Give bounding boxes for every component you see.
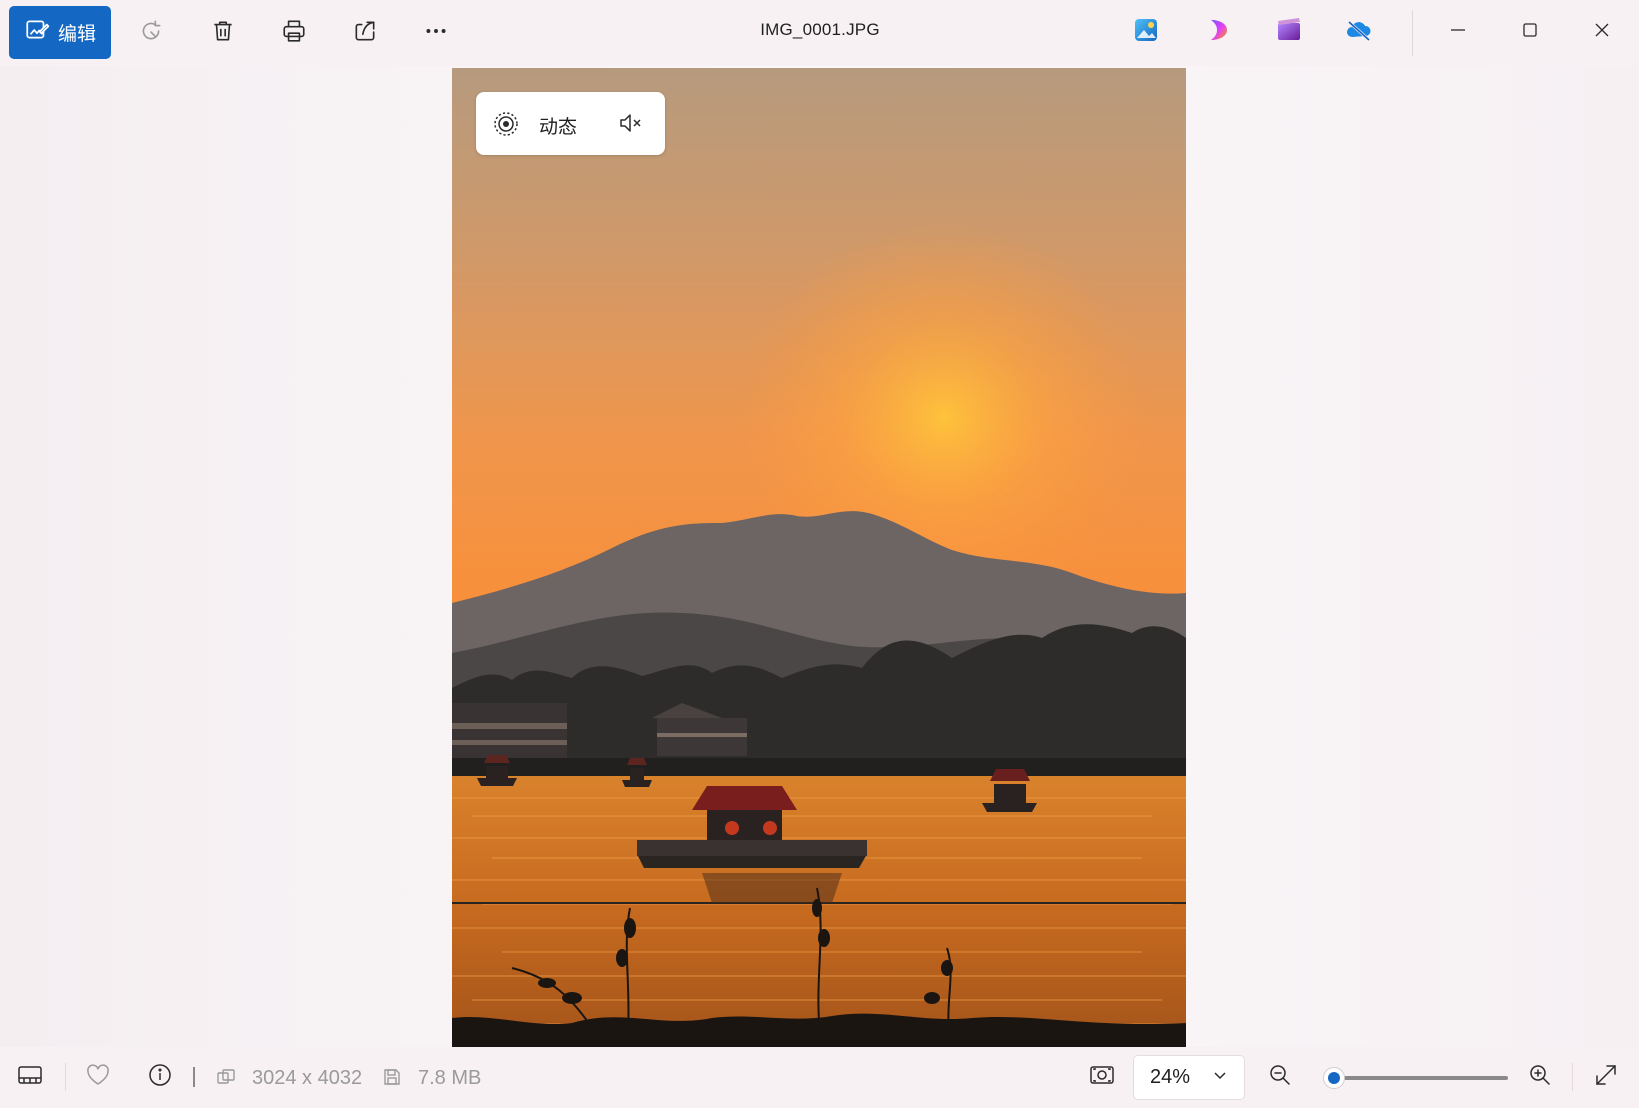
rotate-button[interactable]	[131, 13, 171, 53]
video-editor-app-icon	[1275, 16, 1303, 49]
fit-screen-icon	[1089, 1062, 1115, 1093]
fullscreen-button[interactable]	[1590, 1061, 1622, 1093]
toolbar-divider	[1412, 10, 1413, 56]
delete-icon	[210, 18, 236, 49]
clipchamp-app-icon	[1205, 16, 1233, 49]
photo-editor-app-button[interactable]	[1130, 16, 1162, 48]
live-photo-control: 动态	[476, 92, 665, 155]
more-icon	[423, 18, 449, 49]
info-separator	[193, 1067, 195, 1087]
print-icon	[281, 18, 307, 49]
minimize-button[interactable]	[1438, 14, 1478, 50]
zoom-slider-thumb[interactable]	[1322, 1067, 1345, 1089]
volume-mute-icon	[618, 114, 644, 140]
file-size: 7.8 MB	[418, 1067, 482, 1089]
status-divider	[65, 1063, 66, 1091]
zoom-in-button[interactable]	[1524, 1061, 1556, 1093]
info-icon	[147, 1062, 173, 1093]
edit-photo-icon	[24, 17, 50, 49]
print-button[interactable]	[274, 13, 314, 53]
share-icon	[352, 18, 378, 49]
zoom-out-button[interactable]	[1264, 1061, 1296, 1093]
chevron-down-icon	[1212, 1066, 1228, 1089]
close-icon	[1593, 21, 1611, 44]
filmstrip-icon	[17, 1062, 43, 1093]
file-name-title: IMG_0001.JPG	[760, 20, 880, 39]
mute-toggle-button[interactable]	[618, 110, 646, 138]
photo-editor-app-icon	[1132, 16, 1160, 49]
file-size-icon	[382, 1067, 402, 1087]
photo-view[interactable]	[452, 68, 1186, 1047]
maximize-icon	[1521, 21, 1539, 44]
live-photo-icon	[492, 112, 520, 142]
clipchamp-app-button[interactable]	[1203, 16, 1235, 48]
title-bar: 编辑 IMG_0001.JPG	[0, 0, 1639, 66]
maximize-button[interactable]	[1510, 14, 1550, 50]
favorite-button[interactable]	[82, 1061, 114, 1093]
zoom-slider-track[interactable]	[1330, 1076, 1508, 1080]
live-photo-toggle[interactable]	[492, 110, 520, 138]
info-button[interactable]	[144, 1061, 176, 1093]
zoom-level-value: 24%	[1150, 1066, 1191, 1088]
minimize-icon	[1449, 21, 1467, 44]
zoom-out-icon	[1267, 1062, 1293, 1093]
delete-button[interactable]	[203, 13, 243, 53]
edit-button[interactable]: 编辑	[9, 6, 111, 59]
status-bar: 3024 x 4032 7.8 MB 24%	[0, 1047, 1639, 1108]
sunset-lake-photo	[452, 68, 1186, 1047]
onedrive-icon	[1345, 16, 1373, 49]
video-editor-app-button[interactable]	[1273, 16, 1305, 48]
rotate-icon	[138, 18, 164, 49]
fullscreen-icon	[1593, 1062, 1619, 1093]
status-divider-right	[1572, 1063, 1573, 1091]
dimensions-icon	[216, 1067, 236, 1087]
edit-button-label: 编辑	[57, 24, 96, 45]
favorite-icon	[85, 1062, 111, 1093]
fit-to-screen-button[interactable]	[1086, 1061, 1118, 1093]
onedrive-button[interactable]	[1343, 16, 1375, 48]
zoom-level-dropdown[interactable]: 24%	[1133, 1055, 1245, 1100]
zoom-in-icon	[1527, 1062, 1553, 1093]
share-button[interactable]	[345, 13, 385, 53]
close-button[interactable]	[1582, 14, 1622, 50]
filmstrip-button[interactable]	[14, 1061, 46, 1093]
live-photo-label: 动态	[539, 117, 578, 138]
image-dimensions: 3024 x 4032	[252, 1067, 363, 1089]
more-options-button[interactable]	[416, 13, 456, 53]
